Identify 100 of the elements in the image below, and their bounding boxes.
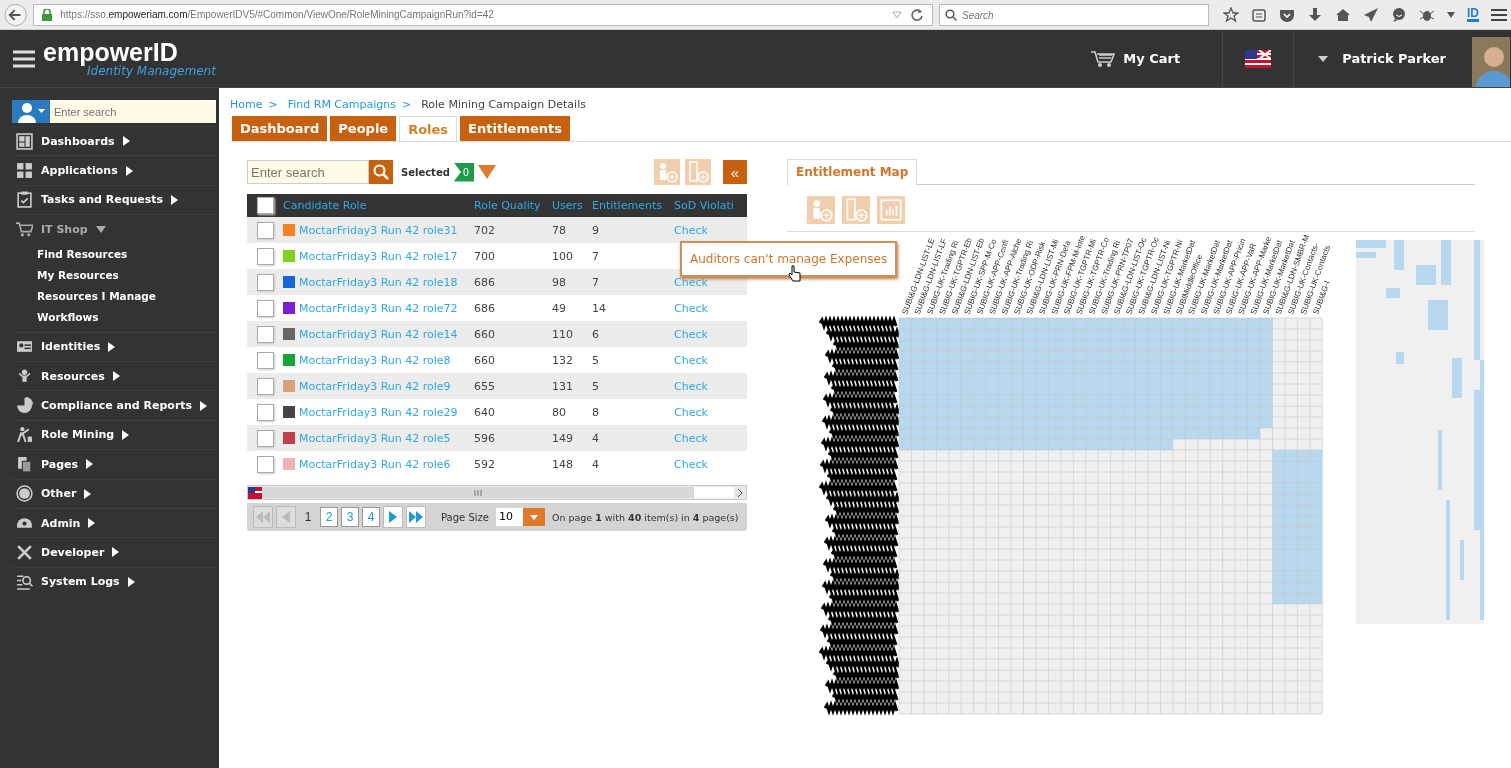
check-link[interactable]: Check (674, 431, 708, 445)
checkbox[interactable] (256, 351, 274, 369)
sidebar-item[interactable]: Role Mining (12, 419, 216, 450)
checkbox[interactable] (256, 247, 274, 265)
breadcrumb-link[interactable]: Home (230, 97, 263, 111)
check-link[interactable]: Check (674, 457, 708, 471)
role-link[interactable]: MoctarFriday3 Run 42 role6 (299, 457, 451, 471)
page-button[interactable]: 3 (341, 507, 359, 527)
checkbox[interactable] (256, 455, 274, 473)
page-button[interactable]: 2 (320, 507, 338, 527)
checkbox[interactable] (256, 325, 274, 343)
filter-dropdown-icon[interactable] (478, 165, 497, 179)
checkbox[interactable] (256, 299, 274, 317)
column-header[interactable]: Users (552, 199, 592, 212)
role-link[interactable]: MoctarFriday3 Run 42 role18 (299, 275, 458, 289)
checkbox[interactable] (256, 197, 274, 214)
caret-right-icon (84, 488, 92, 499)
sidebar-item[interactable]: IT Shop (12, 214, 216, 244)
next-page-icon[interactable] (383, 506, 403, 528)
selected-count-badge: 0 (453, 162, 475, 182)
check-link[interactable]: Check (674, 223, 708, 237)
sidebar-item[interactable]: Developer (12, 537, 216, 567)
chat-icon[interactable] (1391, 6, 1407, 23)
reload-icon[interactable] (910, 7, 924, 22)
checkbox[interactable] (256, 221, 274, 239)
table-cell-text: 702 (474, 223, 496, 237)
sidebar-subitem[interactable]: Resources I Manage (37, 285, 216, 307)
role-link[interactable]: MoctarFriday3 Run 42 role8 (299, 353, 451, 367)
browser-search-field[interactable]: Search (939, 4, 1209, 26)
caret-icon[interactable] (1447, 11, 1455, 18)
back-icon[interactable] (4, 2, 28, 27)
column-header[interactable]: SoD Violati (674, 199, 736, 212)
role-link[interactable]: MoctarFriday3 Run 42 role17 (299, 249, 458, 263)
tab[interactable]: Entitlement Map (787, 159, 918, 186)
check-link[interactable]: Check (674, 275, 708, 289)
check-link[interactable]: Check (674, 353, 708, 367)
sidebar-item[interactable]: Admin (12, 507, 216, 538)
check-link[interactable]: Check (674, 405, 708, 419)
dropdown-icon[interactable] (892, 10, 902, 19)
breadcrumb-link[interactable]: Find RM Campaigns (287, 97, 396, 111)
role-link[interactable]: MoctarFriday3 Run 42 role14 (299, 327, 458, 341)
menu-icon[interactable] (1491, 7, 1507, 22)
last-page-icon[interactable] (406, 506, 426, 528)
check-link[interactable]: Check (674, 301, 708, 315)
sidebar-item[interactable]: System Logs (12, 566, 216, 597)
role-link[interactable]: MoctarFriday3 Run 42 role72 (299, 301, 458, 315)
sidebar-item[interactable]: Pages (12, 449, 216, 479)
sidebar-item[interactable]: Other (12, 478, 216, 508)
sidebar-item[interactable]: Tasks and Requests (12, 184, 216, 215)
sidebar-subitem[interactable]: Workflows (37, 306, 216, 328)
tab[interactable]: People (330, 116, 397, 141)
page-button[interactable]: 4 (362, 507, 380, 527)
sidebar-item[interactable]: Resources (12, 360, 216, 391)
star-icon[interactable] (1223, 6, 1239, 23)
check-link[interactable]: Check (674, 379, 708, 393)
caret-right-icon (108, 341, 116, 352)
checkbox[interactable] (256, 273, 274, 291)
role-link[interactable]: MoctarFriday3 Run 42 role5 (299, 431, 451, 445)
download-icon[interactable] (1307, 6, 1323, 23)
role-search-field[interactable]: Enter search (247, 160, 369, 184)
table-cell-text: 149 (552, 431, 574, 445)
table-cell-text: 148 (552, 457, 574, 471)
role-link[interactable]: MoctarFriday3 Run 42 role31 (299, 223, 458, 237)
flag-icon[interactable] (1245, 49, 1272, 68)
avatar[interactable] (1472, 37, 1510, 87)
home-icon[interactable] (1335, 6, 1351, 23)
cart-button[interactable]: My Cart (1085, 48, 1187, 69)
role-link[interactable]: MoctarFriday3 Run 42 role9 (299, 379, 451, 393)
extension-badge[interactable]: ID (1467, 7, 1479, 22)
sidebar-item[interactable]: Dashboards (12, 126, 216, 156)
page-button[interactable]: 1 (299, 507, 317, 527)
address-bar[interactable]: https://sso.empoweriam.com/EmpowerIDV5/#Common/ViewOne/RoleMiningCampaignRun?id=42 (33, 3, 933, 26)
tab[interactable]: Roles (399, 116, 458, 141)
table-cell-text: 640 (474, 405, 496, 419)
column-header[interactable]: Candidate Role (283, 199, 474, 212)
clipboard-icon[interactable] (1251, 6, 1267, 23)
table-cell-text: 596 (474, 431, 496, 445)
collapse-button[interactable]: « (723, 160, 747, 184)
caret-right-icon (125, 165, 133, 176)
horizontal-scrollbar[interactable] (247, 485, 747, 500)
column-header[interactable]: Entitlements (592, 199, 674, 212)
checkbox[interactable] (256, 403, 274, 421)
tab[interactable]: Dashboard (232, 116, 328, 141)
tab[interactable]: Entitlements (460, 116, 570, 141)
check-link[interactable]: Check (674, 327, 708, 341)
role-link[interactable]: MoctarFriday3 Run 42 role29 (299, 405, 458, 419)
sidebar-item[interactable]: Identities (12, 331, 216, 361)
sidebar-subitem[interactable]: Find Resources (37, 243, 216, 265)
send-icon[interactable] (1363, 6, 1379, 23)
sidebar-item[interactable]: Compliance and Reports (12, 390, 216, 420)
person-dropdown-icon[interactable] (12, 100, 50, 123)
column-header[interactable]: Role Quality (474, 199, 552, 212)
table-cell-text: 49 (552, 301, 567, 315)
checkbox[interactable] (256, 429, 274, 447)
search-button[interactable] (369, 160, 393, 184)
sidebar-item[interactable]: Applications (12, 155, 216, 185)
user-menu[interactable]: Patrick Parker (1312, 50, 1452, 67)
sidebar-subitem[interactable]: My Resources (37, 264, 216, 286)
table-cell-text: 592 (474, 457, 496, 471)
checkbox[interactable] (256, 377, 274, 395)
